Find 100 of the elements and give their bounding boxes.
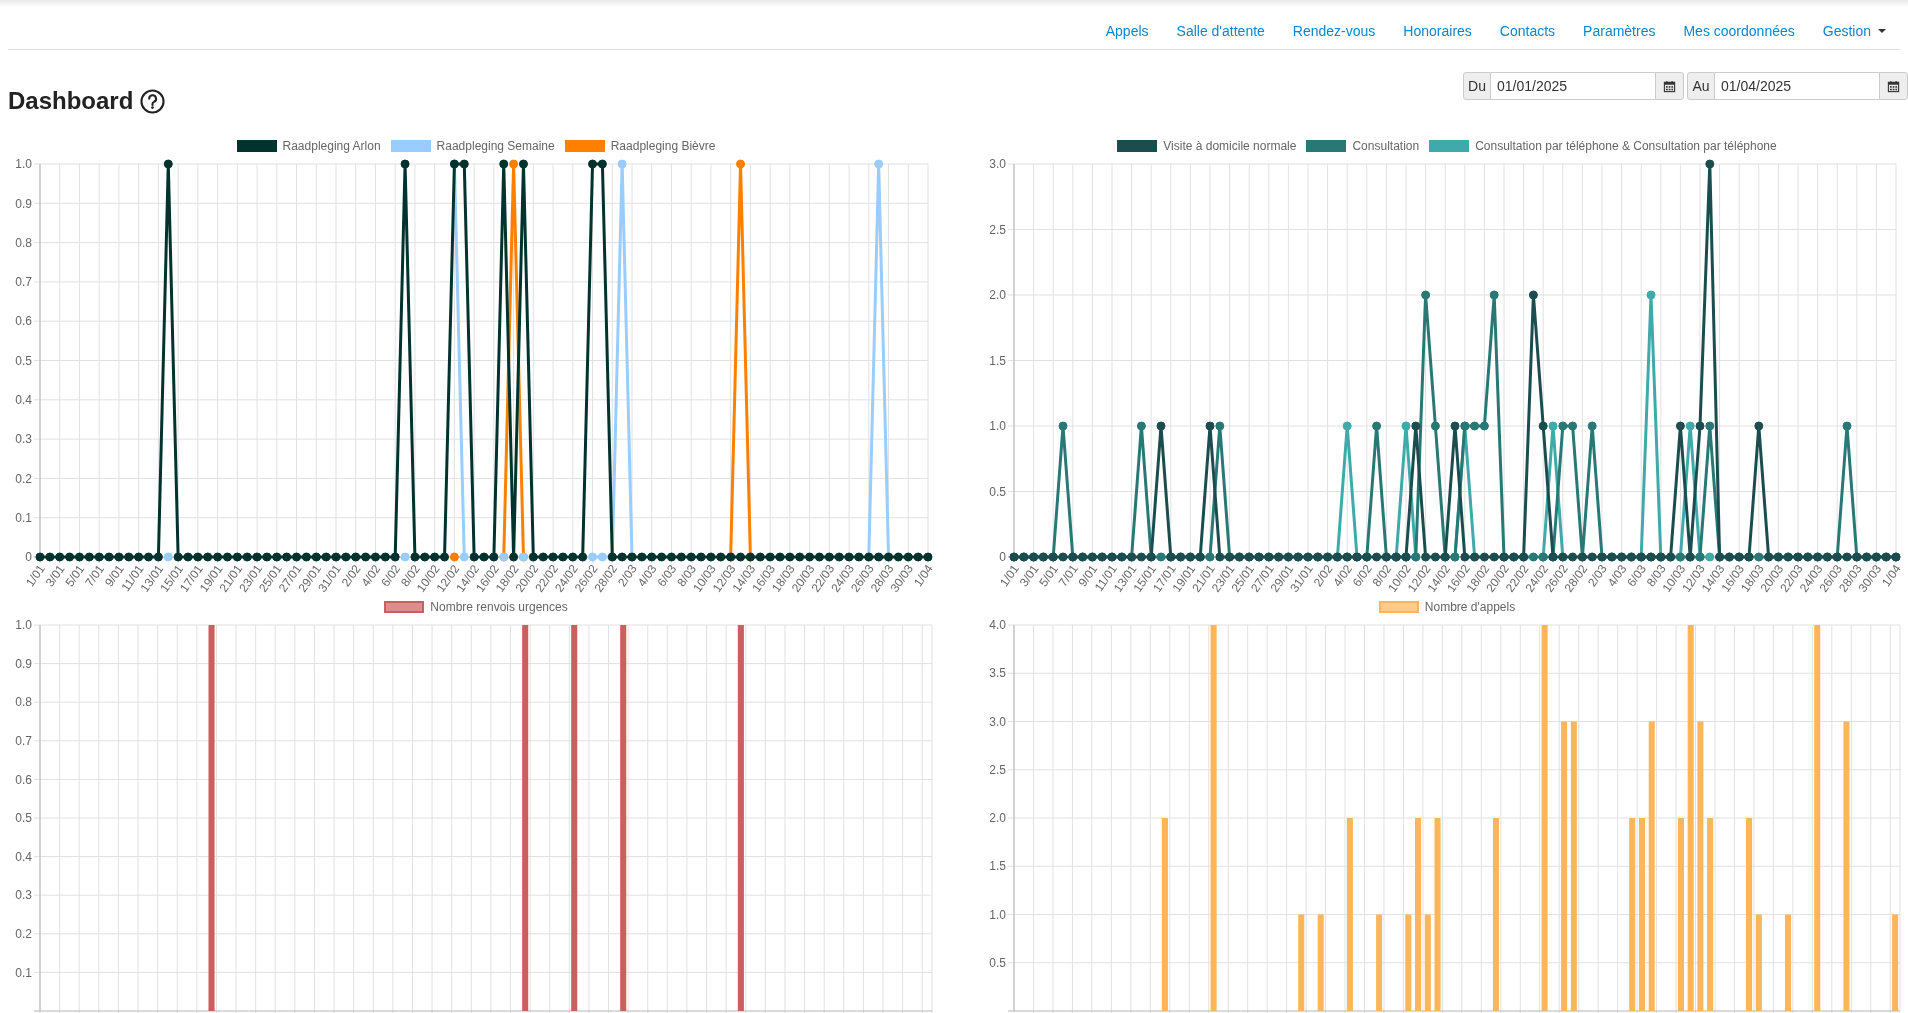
data-point — [1372, 552, 1382, 562]
data-point — [341, 552, 351, 562]
y-axis-label: 2.0 — [989, 811, 1006, 826]
data-point — [35, 552, 45, 562]
data-point — [676, 552, 686, 562]
y-axis-label: 1.5 — [989, 859, 1006, 874]
nav-link[interactable]: Mes coordonnées — [1669, 13, 1809, 49]
legend-label: Raadpleging Arlon — [282, 139, 381, 153]
data-point — [351, 552, 361, 562]
date-field[interactable]: 01/01/2025 — [1491, 72, 1655, 100]
data-point — [874, 159, 884, 169]
data-point — [1029, 552, 1039, 562]
data-point — [588, 159, 598, 169]
data-point — [272, 552, 282, 562]
data-point — [893, 552, 903, 562]
date-label: Du — [1463, 72, 1491, 100]
data-point — [538, 552, 548, 562]
data-point — [321, 552, 331, 562]
data-point — [923, 552, 933, 562]
data-point — [1185, 552, 1195, 562]
data-point — [814, 552, 824, 562]
data-point — [1597, 552, 1607, 562]
data-point — [765, 552, 775, 562]
data-point — [1332, 552, 1342, 562]
data-point — [1136, 552, 1146, 562]
data-point — [1470, 421, 1480, 431]
data-point — [903, 552, 913, 562]
y-axis-label: 0.5 — [989, 484, 1006, 499]
y-axis-label: 0.4 — [15, 393, 32, 407]
data-point — [282, 552, 292, 562]
data-point — [1087, 552, 1097, 562]
data-point — [627, 552, 637, 562]
date-field[interactable]: 01/04/2025 — [1715, 72, 1879, 100]
data-point — [1391, 552, 1401, 562]
data-point — [440, 552, 450, 562]
data-point — [1205, 552, 1215, 562]
data-point — [1117, 552, 1127, 562]
y-axis-label: 0.8 — [15, 235, 32, 250]
data-point — [173, 552, 183, 562]
data-point — [1891, 552, 1901, 562]
y-axis-label: 0.1 — [15, 965, 32, 980]
data-point — [1509, 552, 1519, 562]
data-point — [420, 552, 430, 562]
data-point — [795, 552, 805, 562]
y-axis-label: 0.6 — [15, 314, 32, 329]
data-point — [1842, 421, 1852, 431]
data-point — [1744, 552, 1754, 562]
nav-link[interactable]: Contacts — [1485, 13, 1570, 49]
data-point — [1244, 552, 1254, 562]
nav-link[interactable]: Salle d'attente — [1162, 13, 1279, 49]
data-point — [1019, 552, 1029, 562]
y-axis-label: 0.2 — [15, 471, 32, 486]
nav-dropdown[interactable]: Gestion — [1808, 13, 1900, 49]
calendar-button[interactable] — [1879, 72, 1908, 100]
data-point — [1401, 421, 1411, 431]
data-point — [1234, 552, 1244, 562]
data-point — [509, 159, 519, 169]
data-point — [864, 552, 874, 562]
data-point — [706, 552, 716, 562]
nav-link[interactable]: Appels — [1091, 13, 1163, 49]
data-point — [1421, 552, 1431, 562]
data-point — [410, 552, 420, 562]
data-point — [390, 552, 400, 562]
data-point — [1401, 552, 1411, 562]
data-point — [1489, 552, 1499, 562]
data-point — [1773, 552, 1783, 562]
data-point — [1421, 290, 1431, 300]
data-point — [242, 552, 252, 562]
legend-label: Nombre d'appels — [1424, 600, 1516, 614]
data-point — [1430, 421, 1440, 431]
nav-link[interactable]: Rendez-vous — [1278, 13, 1390, 49]
help-icon[interactable] — [140, 88, 166, 114]
data-point — [1215, 421, 1225, 431]
data-point — [1626, 552, 1636, 562]
y-axis-label: 0.3 — [15, 432, 32, 447]
data-point — [1411, 552, 1421, 562]
data-point — [144, 552, 154, 562]
data-point — [854, 552, 864, 562]
data-point — [1313, 552, 1323, 562]
data-point — [528, 552, 538, 562]
data-point — [292, 552, 302, 562]
data-point — [1842, 552, 1852, 562]
data-point — [1215, 552, 1225, 562]
nav-link[interactable]: Honoraires — [1389, 13, 1486, 49]
data-point — [1754, 421, 1764, 431]
data-point — [1822, 552, 1832, 562]
data-point — [1038, 552, 1048, 562]
data-point — [55, 552, 65, 562]
data-point — [232, 552, 242, 562]
data-point — [1548, 552, 1558, 562]
data-point — [203, 552, 213, 562]
nav-link[interactable]: Paramètres — [1569, 13, 1670, 49]
data-point — [805, 552, 815, 562]
legend-label: Nombre renvois urgences — [430, 600, 568, 614]
data-point — [696, 552, 706, 562]
data-point — [509, 552, 519, 562]
data-point — [1254, 552, 1264, 562]
calendar-button[interactable] — [1655, 72, 1684, 100]
y-axis-label: 0.7 — [15, 275, 32, 290]
data-point — [400, 159, 410, 169]
